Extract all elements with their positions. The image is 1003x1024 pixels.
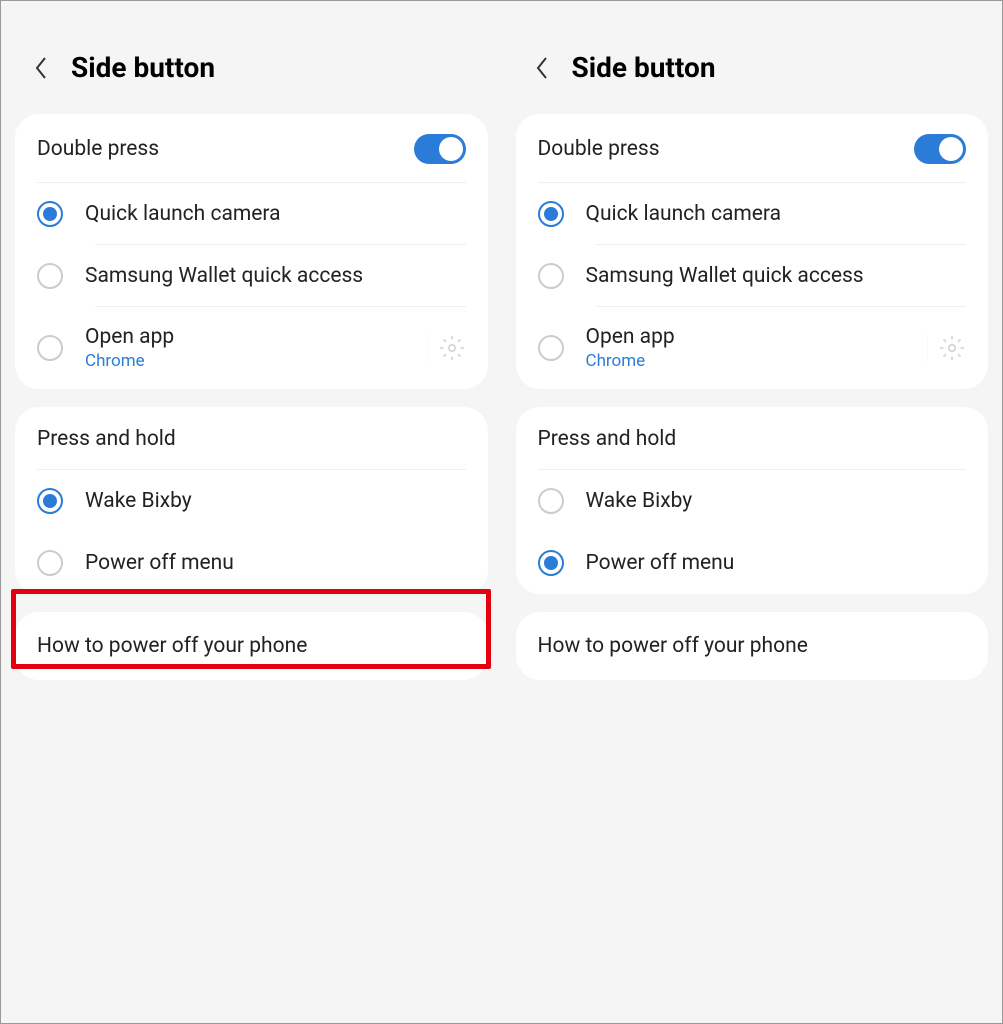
radio-content: Quick launch camera	[586, 202, 967, 226]
radio-label: Power off menu	[586, 551, 967, 575]
page-title: Side button	[572, 51, 716, 84]
radio-icon	[37, 201, 63, 227]
radio-sublabel: Chrome	[586, 351, 902, 371]
settings-panel-right: Side button Double press Quick launch ca…	[502, 1, 1003, 1023]
option-wake-bixby[interactable]: Wake Bixby	[15, 470, 488, 532]
radio-icon	[37, 335, 63, 361]
back-icon[interactable]	[31, 58, 51, 78]
press-hold-card: Press and hold Wake Bixby Power off menu	[516, 407, 989, 594]
radio-content: Open app Chrome	[586, 325, 902, 371]
option-power-off-menu[interactable]: Power off menu	[516, 532, 989, 594]
radio-label: Wake Bixby	[85, 489, 466, 513]
radio-label: Wake Bixby	[586, 489, 967, 513]
option-quick-launch-camera[interactable]: Quick launch camera	[15, 183, 488, 245]
double-press-card: Double press Quick launch camera Samsung…	[15, 114, 488, 389]
press-hold-title: Press and hold	[538, 427, 677, 451]
option-power-off-menu[interactable]: Power off menu	[15, 532, 488, 594]
radio-label: Samsung Wallet quick access	[586, 264, 967, 288]
radio-label: Samsung Wallet quick access	[85, 264, 466, 288]
page-title: Side button	[71, 51, 215, 84]
radio-label: Quick launch camera	[586, 202, 967, 226]
press-hold-title: Press and hold	[37, 427, 176, 451]
gear-icon[interactable]	[927, 334, 966, 362]
press-hold-header: Press and hold	[516, 407, 989, 469]
radio-sublabel: Chrome	[85, 351, 401, 371]
info-text: How to power off your phone	[37, 634, 307, 658]
radio-label: Power off menu	[85, 551, 466, 575]
press-hold-card: Press and hold Wake Bixby Power off menu	[15, 407, 488, 594]
radio-icon	[37, 263, 63, 289]
option-open-app[interactable]: Open app Chrome	[516, 307, 989, 389]
header: Side button	[1, 1, 502, 114]
option-samsung-wallet[interactable]: Samsung Wallet quick access	[15, 245, 488, 307]
double-press-header: Double press	[15, 114, 488, 182]
double-press-toggle[interactable]	[914, 134, 966, 164]
back-icon[interactable]	[532, 58, 552, 78]
radio-label: Open app	[586, 325, 902, 349]
radio-content: Wake Bixby	[85, 489, 466, 513]
option-open-app[interactable]: Open app Chrome	[15, 307, 488, 389]
radio-content: Samsung Wallet quick access	[586, 264, 967, 288]
radio-icon	[37, 550, 63, 576]
double-press-toggle[interactable]	[414, 134, 466, 164]
radio-content: Wake Bixby	[586, 489, 967, 513]
radio-icon	[538, 550, 564, 576]
radio-content: Power off menu	[85, 551, 466, 575]
radio-icon	[37, 488, 63, 514]
info-card[interactable]: How to power off your phone	[15, 612, 488, 680]
option-quick-launch-camera[interactable]: Quick launch camera	[516, 183, 989, 245]
radio-label: Open app	[85, 325, 401, 349]
double-press-header: Double press	[516, 114, 989, 182]
press-hold-header: Press and hold	[15, 407, 488, 469]
gear-icon[interactable]	[427, 334, 466, 362]
double-press-title: Double press	[37, 137, 159, 161]
radio-content: Open app Chrome	[85, 325, 401, 371]
option-samsung-wallet[interactable]: Samsung Wallet quick access	[516, 245, 989, 307]
radio-icon	[538, 263, 564, 289]
option-wake-bixby[interactable]: Wake Bixby	[516, 470, 989, 532]
radio-icon	[538, 488, 564, 514]
double-press-title: Double press	[538, 137, 660, 161]
header: Side button	[502, 1, 1003, 114]
radio-icon	[538, 335, 564, 361]
double-press-card: Double press Quick launch camera Samsung…	[516, 114, 989, 389]
radio-content: Samsung Wallet quick access	[85, 264, 466, 288]
radio-content: Power off menu	[586, 551, 967, 575]
settings-panel-left: Side button Double press Quick launch ca…	[1, 1, 502, 1023]
info-text: How to power off your phone	[538, 634, 808, 658]
info-card[interactable]: How to power off your phone	[516, 612, 989, 680]
radio-label: Quick launch camera	[85, 202, 466, 226]
radio-content: Quick launch camera	[85, 202, 466, 226]
radio-icon	[538, 201, 564, 227]
